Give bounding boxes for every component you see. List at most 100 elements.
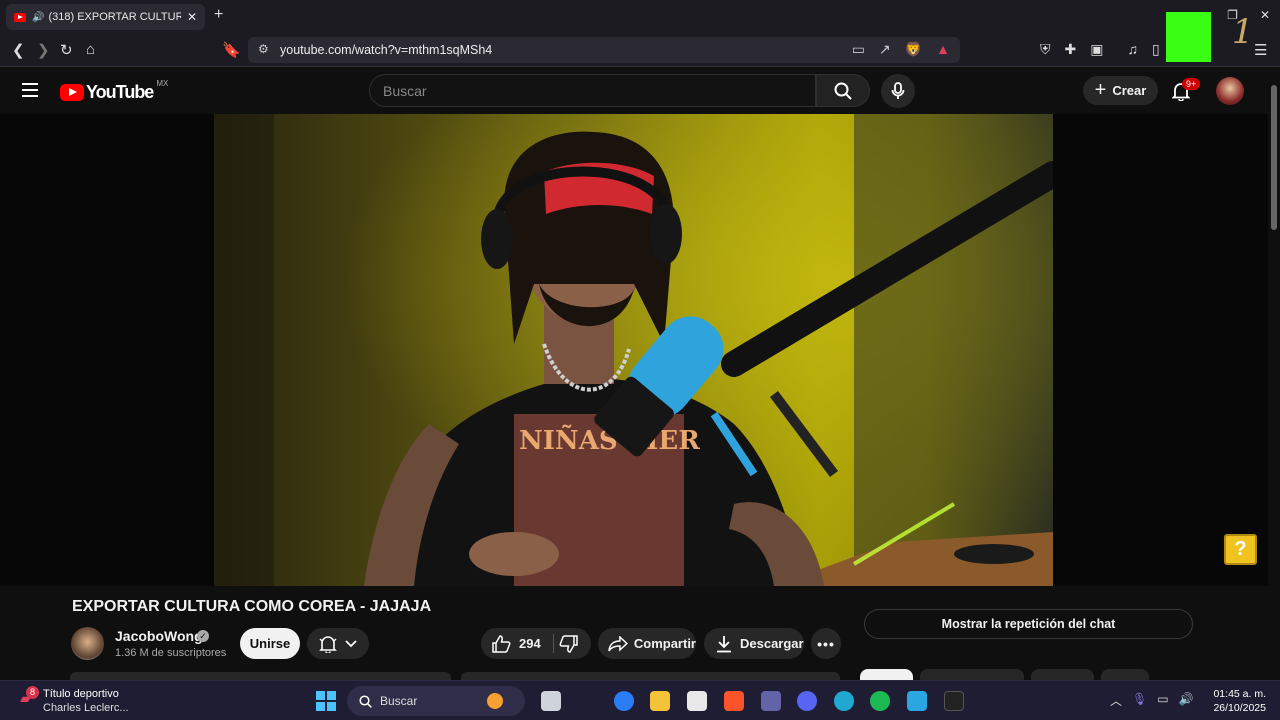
- chip-all[interactable]: [860, 669, 913, 680]
- wallet-icon[interactable]: ▣: [1090, 41, 1103, 58]
- dislike-icon[interactable]: [559, 635, 579, 653]
- messenger-icon[interactable]: [614, 691, 634, 711]
- news-subline: Charles Leclerc...: [43, 702, 129, 714]
- clock-time: 01:45 a. m.: [1213, 688, 1266, 700]
- brave-rewards-icon[interactable]: ▲: [936, 41, 950, 58]
- taskbar-search-icon: [359, 694, 372, 708]
- browser-menu-icon[interactable]: ☰: [1254, 41, 1267, 59]
- channel-avatar[interactable]: [71, 627, 104, 660]
- mic-tray-icon[interactable]: 🎙: [1132, 692, 1147, 709]
- media-icon[interactable]: ♫: [1127, 41, 1138, 58]
- close-window-icon[interactable]: ✕: [1260, 8, 1270, 22]
- speaker-icon[interactable]: 🔊: [32, 12, 44, 23]
- video-player[interactable]: NIÑAS PIER: [0, 114, 1268, 586]
- new-tab-icon[interactable]: +: [214, 6, 223, 24]
- microsoft-store-icon[interactable]: [687, 691, 707, 711]
- link-app-icon[interactable]: [834, 691, 854, 711]
- youtube-favicon-icon: [14, 12, 26, 22]
- recommendation-chips: [860, 669, 1180, 680]
- microphone-icon: [891, 82, 905, 99]
- mystery-box-icon[interactable]: ?: [1224, 534, 1257, 565]
- like-icon[interactable]: [491, 634, 511, 653]
- search-input[interactable]: Buscar: [369, 74, 816, 107]
- site-settings-icon[interactable]: ⚙: [258, 42, 269, 56]
- chip-4[interactable]: [1101, 669, 1149, 680]
- url-text: youtube.com/watch?v=mthm1sqMSh4: [280, 43, 493, 57]
- close-tab-icon[interactable]: ✕: [187, 10, 197, 24]
- search-button[interactable]: [816, 74, 870, 107]
- like-count[interactable]: 294: [519, 636, 541, 651]
- browser-tab-strip: 🔊 (318) EXPORTAR CULTURA CO ✕ + — ❐ ✕: [0, 0, 1280, 33]
- scrollbar-thumb[interactable]: [1271, 85, 1277, 230]
- notifications-badge: 9+: [1182, 78, 1201, 90]
- brave-shields-icon[interactable]: 🦁: [905, 41, 922, 58]
- share-button[interactable]: Compartir: [598, 628, 696, 659]
- extensions-icon[interactable]: ✚: [1065, 41, 1077, 58]
- description-box-edge: [70, 672, 451, 680]
- plus-icon: +: [1094, 79, 1107, 101]
- news-badge: 8: [26, 686, 39, 699]
- store-bag-icon[interactable]: [907, 691, 927, 711]
- download-button[interactable]: Descargar: [704, 628, 804, 659]
- system-clock[interactable]: 01:45 a. m. 26/10/2025: [1210, 687, 1266, 715]
- join-button[interactable]: Unirse: [240, 628, 300, 659]
- video-still-image: NIÑAS PIER: [214, 114, 1053, 586]
- windows-start-icon[interactable]: [316, 691, 336, 711]
- network-icon[interactable]: ▭: [1157, 692, 1168, 709]
- windows-taskbar: ▰ 8 Título deportivo Charles Leclerc... …: [0, 680, 1280, 720]
- tray-overflow-icon[interactable]: ︿: [1110, 692, 1122, 709]
- menu-icon[interactable]: [22, 83, 38, 97]
- channel-name[interactable]: JacoboWong: [115, 628, 203, 644]
- voice-search-button[interactable]: [881, 74, 915, 108]
- chip-2[interactable]: [920, 669, 1024, 680]
- k-logo-overlay: [1166, 12, 1211, 62]
- tablet-app-icon[interactable]: [944, 691, 964, 711]
- subscriber-count: 1.36 M de suscriptores: [115, 647, 227, 659]
- task-view-icon[interactable]: [541, 691, 561, 711]
- search-highlight-icon: [487, 693, 503, 709]
- video-frame[interactable]: NIÑAS PIER: [214, 114, 1053, 586]
- address-bar[interactable]: ⚙ youtube.com/watch?v=mthm1sqMSh4 ▭ ↗ 🦁 …: [248, 37, 960, 63]
- verified-check-icon: ✓: [197, 630, 209, 642]
- youtube-logo[interactable]: YouTube MX: [60, 79, 169, 103]
- clock-date: 26/10/2025: [1213, 702, 1266, 714]
- video-title: EXPORTAR CULTURA COMO COREA - JAJAJA: [72, 598, 432, 615]
- number-one-overlay: 1: [1232, 12, 1254, 52]
- download-icon: [717, 635, 731, 652]
- spotify-icon[interactable]: [870, 691, 890, 711]
- file-explorer-icon[interactable]: [650, 691, 670, 711]
- reload-icon[interactable]: ↻: [60, 41, 73, 59]
- share-icon: [608, 635, 628, 652]
- create-button[interactable]: + Crear: [1083, 76, 1158, 105]
- region-code: MX: [156, 79, 169, 88]
- comment-box-edge: [461, 672, 840, 680]
- bell-icon: [319, 635, 337, 653]
- brave-browser-icon[interactable]: [724, 691, 744, 711]
- system-tray: ︿ 🎙 ▭ 🔊: [1110, 692, 1194, 709]
- sidebar-icon[interactable]: ▯: [1152, 41, 1160, 58]
- browser-toolbar: ❮ ❯ ↻ ⌂ 🔖 ⚙ youtube.com/watch?v=mthm1sqM…: [0, 33, 1280, 67]
- chevron-down-icon: [345, 639, 357, 647]
- volume-icon[interactable]: 🔊: [1179, 692, 1194, 709]
- news-headline: Título deportivo: [43, 688, 119, 700]
- user-avatar[interactable]: [1216, 77, 1244, 105]
- taskbar-search[interactable]: Buscar: [347, 686, 525, 716]
- youtube-header: YouTube MX Buscar + Crear 9+: [0, 67, 1280, 114]
- subscription-notify-button[interactable]: [307, 628, 369, 659]
- cast-icon[interactable]: ▭: [852, 41, 865, 58]
- more-actions-button[interactable]: •••: [811, 628, 841, 659]
- chip-3[interactable]: [1031, 669, 1094, 680]
- vpn-shield-icon[interactable]: ⛨: [1040, 41, 1051, 58]
- youtube-play-icon: [60, 84, 84, 101]
- back-icon[interactable]: ❮: [12, 41, 25, 59]
- show-chat-replay-button[interactable]: Mostrar la repetición del chat: [864, 609, 1193, 639]
- bookmark-icon[interactable]: 🔖: [222, 41, 241, 59]
- more-horizontal-icon: •••: [817, 635, 835, 652]
- tab-title: (318) EXPORTAR CULTURA CO: [48, 11, 181, 23]
- home-icon[interactable]: ⌂: [86, 41, 95, 58]
- share-page-icon[interactable]: ↗: [879, 41, 891, 58]
- discord-icon[interactable]: [797, 691, 817, 711]
- teams-icon[interactable]: [761, 691, 781, 711]
- forward-icon[interactable]: ❯: [37, 41, 50, 59]
- browser-tab[interactable]: 🔊 (318) EXPORTAR CULTURA CO ✕: [6, 4, 205, 30]
